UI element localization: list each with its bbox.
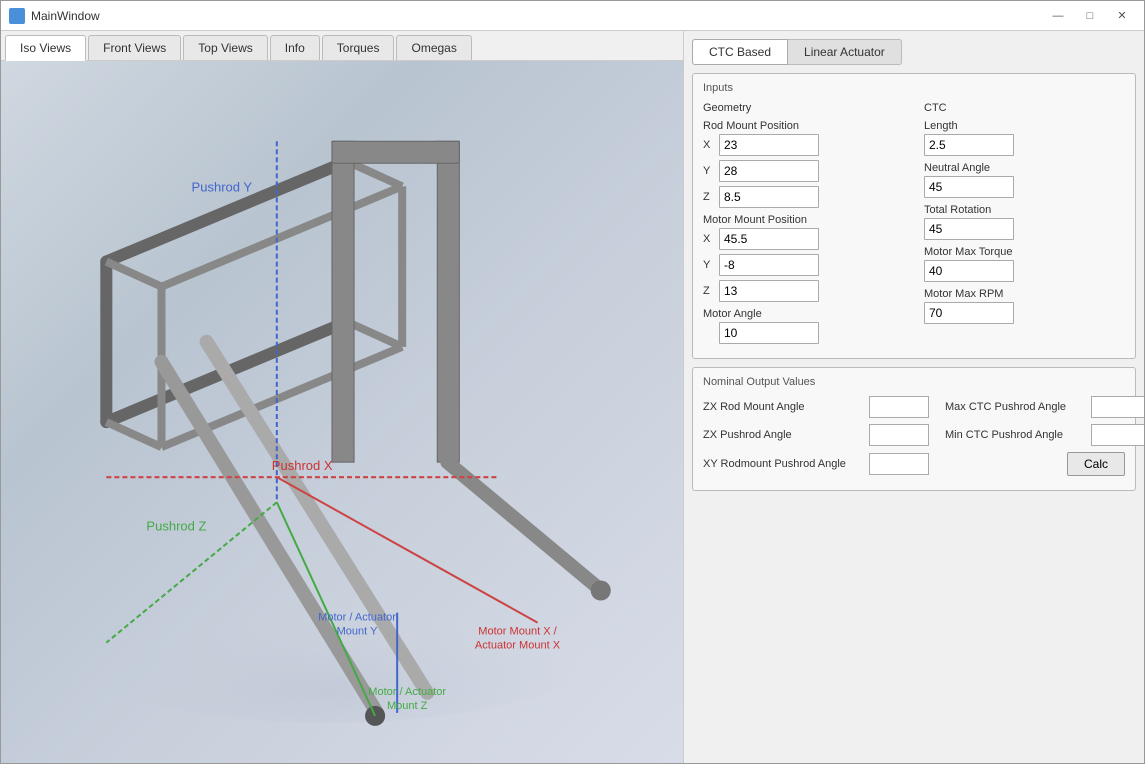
zx-pushrod-row: ZX Pushrod Angle Min CTC Pushrod Angle xyxy=(703,424,1125,446)
svg-text:Mount Z: Mount Z xyxy=(387,700,428,712)
rod-mount-label: Rod Mount Position xyxy=(703,120,904,132)
motor-z-input[interactable] xyxy=(719,280,819,302)
zx-rod-mount-row: ZX Rod Mount Angle Max CTC Pushrod Angle xyxy=(703,396,1125,418)
total-rotation-group: Total Rotation xyxy=(924,204,1125,240)
rod-z-label: Z xyxy=(703,191,715,203)
rod-x-row: X xyxy=(703,134,904,156)
calc-button[interactable]: Calc xyxy=(1067,452,1125,476)
xy-rodmount-input[interactable] xyxy=(869,453,929,475)
motor-x-input[interactable] xyxy=(719,228,819,250)
total-rotation-input[interactable] xyxy=(924,218,1014,240)
3d-view-svg: Pushrod Y Pushrod X Pushrod Z Motor / Ac… xyxy=(1,61,683,763)
ctc-length-label: Length xyxy=(924,120,1125,132)
titlebar-controls: — □ ✕ xyxy=(1044,6,1136,26)
zx-rod-mount-angle-input[interactable] xyxy=(869,396,929,418)
zx-rod-mount-angle-label: ZX Rod Mount Angle xyxy=(703,401,863,413)
svg-text:Pushrod Z: Pushrod Z xyxy=(146,518,206,533)
motor-z-row: Z xyxy=(703,280,904,302)
motor-angle-group: Motor Angle xyxy=(703,308,904,344)
motor-mount-label: Motor Mount Position xyxy=(703,214,904,226)
right-panel: CTC Based Linear Actuator Inputs Geometr… xyxy=(684,31,1144,763)
titlebar: MainWindow — □ ✕ xyxy=(1,1,1144,31)
total-rotation-label: Total Rotation xyxy=(924,204,1125,216)
close-button[interactable]: ✕ xyxy=(1108,6,1136,26)
motor-y-row: Y xyxy=(703,254,904,276)
ctc-length-input[interactable] xyxy=(924,134,1014,156)
tab-omegas[interactable]: Omegas xyxy=(396,35,471,60)
titlebar-left: MainWindow xyxy=(9,8,100,24)
geometry-col: Geometry Rod Mount Position X Y xyxy=(703,102,904,350)
main-window: MainWindow — □ ✕ Iso Views Front Views T… xyxy=(0,0,1145,764)
motor-y-label: Y xyxy=(703,259,715,271)
motor-z-label: Z xyxy=(703,285,715,297)
zx-pushrod-angle-label: ZX Pushrod Angle xyxy=(703,429,863,441)
left-panel: Iso Views Front Views Top Views Info Tor… xyxy=(1,31,684,763)
xy-rodmount-row: XY Rodmount Pushrod Angle Calc xyxy=(703,452,1125,476)
svg-text:Pushrod X: Pushrod X xyxy=(272,458,333,473)
neutral-angle-group: Neutral Angle xyxy=(924,162,1125,198)
rod-z-row: Z xyxy=(703,186,904,208)
right-tab-linear[interactable]: Linear Actuator xyxy=(788,39,902,65)
svg-text:Motor / Actuator: Motor / Actuator xyxy=(368,686,446,698)
xy-rodmount-label: XY Rodmount Pushrod Angle xyxy=(703,458,863,470)
content-area: Iso Views Front Views Top Views Info Tor… xyxy=(1,31,1144,763)
geometry-label: Geometry xyxy=(703,102,904,114)
neutral-angle-input[interactable] xyxy=(924,176,1014,198)
min-ctc-pushrod-label: Min CTC Pushrod Angle xyxy=(945,429,1085,441)
rod-x-label: X xyxy=(703,139,715,151)
motor-angle-input[interactable] xyxy=(719,322,819,344)
svg-text:Motor / Actuator: Motor / Actuator xyxy=(318,612,396,624)
min-ctc-pushrod-input[interactable] xyxy=(1091,424,1144,446)
motor-max-torque-label: Motor Max Torque xyxy=(924,246,1125,258)
tab-top-views[interactable]: Top Views xyxy=(183,35,267,60)
maximize-button[interactable]: □ xyxy=(1076,6,1104,26)
motor-x-row: X xyxy=(703,228,904,250)
rod-mount-group: Rod Mount Position X Y Z xyxy=(703,120,904,208)
inputs-grid: Geometry Rod Mount Position X Y xyxy=(703,102,1125,350)
nominal-title: Nominal Output Values xyxy=(703,376,1125,388)
max-ctc-pushrod-input[interactable] xyxy=(1091,396,1144,418)
rod-x-input[interactable] xyxy=(719,134,819,156)
motor-max-rpm-group: Motor Max RPM xyxy=(924,288,1125,324)
motor-max-torque-group: Motor Max Torque xyxy=(924,246,1125,282)
rod-y-input[interactable] xyxy=(719,160,819,182)
rod-z-input[interactable] xyxy=(719,186,819,208)
nominal-panel: Nominal Output Values ZX Rod Mount Angle… xyxy=(692,367,1136,491)
neutral-angle-label: Neutral Angle xyxy=(924,162,1125,174)
motor-mount-group: Motor Mount Position X Y Z xyxy=(703,214,904,302)
svg-text:Mount Y: Mount Y xyxy=(337,626,378,638)
tab-info[interactable]: Info xyxy=(270,35,320,60)
app-icon xyxy=(9,8,25,24)
inputs-title: Inputs xyxy=(703,82,1125,94)
rod-y-label: Y xyxy=(703,165,715,177)
max-ctc-pushrod-label: Max CTC Pushrod Angle xyxy=(945,401,1085,413)
tab-torques[interactable]: Torques xyxy=(322,35,395,60)
inputs-panel: Inputs Geometry Rod Mount Position X xyxy=(692,73,1136,359)
ctc-label: CTC xyxy=(924,102,1125,114)
motor-y-input[interactable] xyxy=(719,254,819,276)
tab-iso-views[interactable]: Iso Views xyxy=(5,35,86,61)
window-title: MainWindow xyxy=(31,9,100,23)
right-tab-bar: CTC Based Linear Actuator xyxy=(692,39,1136,65)
rod-y-row: Y xyxy=(703,160,904,182)
motor-max-rpm-input[interactable] xyxy=(924,302,1014,324)
motor-max-rpm-label: Motor Max RPM xyxy=(924,288,1125,300)
viewport: Pushrod Y Pushrod X Pushrod Z Motor / Ac… xyxy=(1,61,683,763)
motor-angle-label: Motor Angle xyxy=(703,308,904,320)
tab-bar: Iso Views Front Views Top Views Info Tor… xyxy=(1,31,683,61)
tab-front-views[interactable]: Front Views xyxy=(88,35,181,60)
motor-angle-row xyxy=(703,322,904,344)
ctc-col: CTC Length Neutral Angle Total Rotation xyxy=(924,102,1125,350)
right-tab-ctc[interactable]: CTC Based xyxy=(692,39,788,65)
motor-max-torque-input[interactable] xyxy=(924,260,1014,282)
motor-x-label: X xyxy=(703,233,715,245)
svg-text:Pushrod Y: Pushrod Y xyxy=(192,179,253,194)
minimize-button[interactable]: — xyxy=(1044,6,1072,26)
svg-text:Actuator Mount X: Actuator Mount X xyxy=(475,640,561,652)
ctc-length-group: Length xyxy=(924,120,1125,156)
zx-pushrod-angle-input[interactable] xyxy=(869,424,929,446)
svg-text:Motor Mount X /: Motor Mount X / xyxy=(478,626,557,638)
